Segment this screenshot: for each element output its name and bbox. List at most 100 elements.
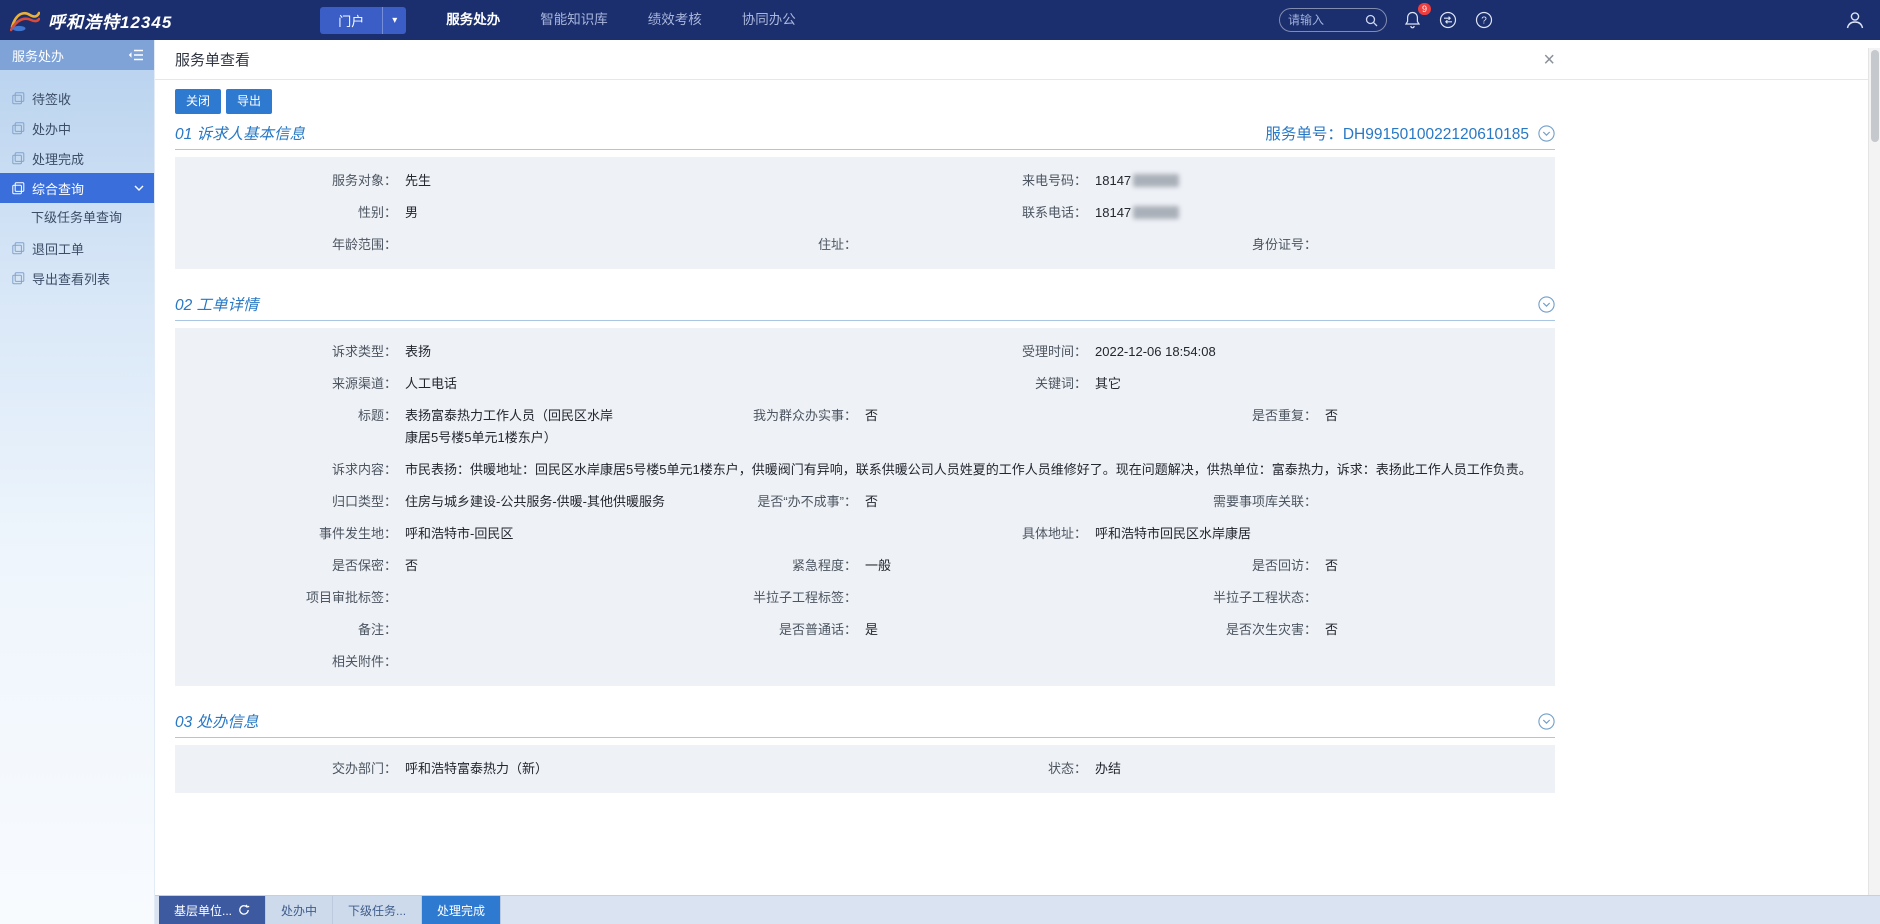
- page-title: 服务单查看: [175, 49, 250, 70]
- field: 具体地址：呼和浩特市回民区水岸康居: [865, 518, 1555, 550]
- field-label: 年龄范围：: [175, 234, 397, 256]
- field-label: 受理时间：: [865, 341, 1087, 363]
- field: 需要事项库关联：: [1095, 486, 1555, 518]
- field-row: 是否保密：否紧急程度：一般是否回访：否: [175, 550, 1555, 582]
- nav-item-1[interactable]: 智能知识库: [540, 0, 608, 40]
- field-value: 否: [865, 491, 1095, 513]
- field: 性别： 男: [175, 197, 865, 229]
- field-value: 18147: [1095, 170, 1555, 192]
- field: 是否“办不成事”：否: [635, 486, 1095, 518]
- field-value: 是: [865, 619, 1095, 641]
- field: 是否普通话： 是: [635, 614, 1095, 646]
- field-label: 住址：: [635, 234, 857, 256]
- field: 交办部门：呼和浩特富泰热力（新）: [175, 753, 865, 785]
- field-label: 身份证号：: [1095, 234, 1317, 256]
- sidebar-item[interactable]: 处办中: [0, 113, 154, 143]
- field-row: 诉求类型：表扬受理时间：2022-12-06 18:54:08: [175, 336, 1555, 368]
- field-label: 服务对象：: [175, 170, 397, 192]
- field: 年龄范围：: [175, 229, 635, 261]
- nav-item-2[interactable]: 绩效考核: [648, 0, 702, 40]
- field: 项目审批标签：: [175, 582, 635, 614]
- sidebar-item-label: 处办中: [32, 119, 71, 138]
- sidebar-item[interactable]: 处理完成: [0, 143, 154, 173]
- sidebar: 服务处办 待签收处办中处理完成综合查询下级任务单查询退回工单导出查看列表: [0, 40, 155, 924]
- sidebar-item[interactable]: 待签收: [0, 83, 154, 113]
- bottom-tab[interactable]: 处理完成: [422, 896, 501, 924]
- field: 半拉子工程状态：: [1095, 582, 1555, 614]
- section-03: 03 处办信息交办部门：呼和浩特富泰热力（新）状态：办结: [175, 710, 1880, 793]
- field-value: 男: [405, 202, 865, 224]
- field: 是否次生灾害：否: [1095, 614, 1555, 646]
- section-collapse-icon[interactable]: [1538, 296, 1555, 313]
- svg-text:?: ?: [1481, 16, 1487, 27]
- app-title: 呼和浩特12345: [48, 8, 172, 33]
- field-label: 是否次生灾害：: [1095, 619, 1317, 641]
- section-collapse-icon[interactable]: [1538, 125, 1555, 142]
- bottom-tab[interactable]: 下级任务...: [333, 896, 422, 924]
- sidebar-collapse-icon[interactable]: [128, 49, 144, 61]
- sidebar-header: 服务处办: [0, 40, 154, 70]
- field-value: 人工电话: [405, 373, 865, 395]
- sidebar-item[interactable]: 综合查询: [0, 173, 154, 203]
- notification-bell-icon[interactable]: 9: [1401, 9, 1423, 31]
- service-exchange-icon[interactable]: [1437, 9, 1459, 31]
- panel-header: 服务单查看 ×: [155, 40, 1880, 80]
- portal-menu-button[interactable]: 门户 ▾: [320, 7, 406, 34]
- navbar-tools: 9 ?: [1279, 8, 1866, 32]
- sidebar-item-label: 待签收: [32, 89, 71, 108]
- search-icon[interactable]: [1365, 14, 1378, 27]
- help-icon[interactable]: ?: [1473, 9, 1495, 31]
- field-row: 服务对象：先生来电号码： 18147: [175, 165, 1555, 197]
- refresh-icon: [238, 904, 250, 916]
- document-icon: [12, 272, 25, 285]
- field-value: 否: [1325, 555, 1555, 577]
- document-icon: [12, 92, 25, 105]
- field-label: 需要事项库关联：: [1095, 491, 1317, 513]
- section-01: 01 诉求人基本信息服务单号：DH9915010022120610185服务对象…: [175, 122, 1880, 269]
- top-navbar: 呼和浩特12345 门户 ▾ 服务处办智能知识库绩效考核协同办公 9 ?: [0, 0, 1880, 40]
- close-icon[interactable]: ×: [1543, 50, 1555, 70]
- bottom-tab[interactable]: 基层单位...: [159, 896, 266, 924]
- search-input[interactable]: [1288, 13, 1365, 27]
- user-profile-icon[interactable]: [1844, 9, 1866, 31]
- nav-item-0[interactable]: 服务处办: [446, 0, 500, 40]
- toolbar: 关闭导出: [175, 89, 1880, 114]
- field-label: 诉求类型：: [175, 341, 397, 363]
- field: 是否保密：否: [175, 550, 635, 582]
- sidebar-item[interactable]: 退回工单: [0, 233, 154, 263]
- field-label: 性别：: [175, 202, 397, 224]
- sidebar-subitem[interactable]: 下级任务单查询: [0, 203, 154, 233]
- field-value: 呼和浩特市-回民区: [405, 523, 865, 545]
- bottom-tab[interactable]: 处办中: [266, 896, 333, 924]
- field: 诉求内容：市民表扬：供暖地址：回民区水岸康居5号楼5单元1楼东户，供暖阀门有异响…: [175, 454, 1555, 486]
- field-row: 相关附件：: [175, 646, 1555, 678]
- section-body: 服务对象：先生来电号码：18147性别：男联系电话：18147年龄范围：住址：身…: [175, 157, 1555, 269]
- field-value: 18147: [1095, 202, 1555, 224]
- export-button[interactable]: 导出: [226, 89, 272, 114]
- vertical-scrollbar[interactable]: [1868, 48, 1880, 895]
- section-collapse-icon[interactable]: [1538, 713, 1555, 730]
- field: 服务对象：先生: [175, 165, 865, 197]
- section-header: 02 工单详情: [175, 293, 1555, 321]
- field-label: 是否重复：: [1095, 405, 1317, 427]
- scrollbar-thumb[interactable]: [1871, 50, 1879, 142]
- field-label: 是否普通话：: [635, 619, 857, 641]
- field: 备注：: [175, 614, 635, 646]
- ticket-detail: 01 诉求人基本信息服务单号：DH9915010022120610185服务对象…: [155, 122, 1880, 793]
- app-window: 呼和浩特12345 门户 ▾ 服务处办智能知识库绩效考核协同办公 9 ?: [0, 0, 1880, 924]
- field-row: 来源渠道：人工电话关键词：其它: [175, 368, 1555, 400]
- field-value: 否: [865, 405, 1095, 427]
- section-body: 交办部门：呼和浩特富泰热力（新）状态：办结: [175, 745, 1555, 793]
- close-button[interactable]: 关闭: [175, 89, 221, 114]
- field-label: 来源渠道：: [175, 373, 397, 395]
- sidebar-item[interactable]: 导出查看列表: [0, 263, 154, 293]
- field-label: 来电号码：: [865, 170, 1087, 192]
- field: 受理时间：2022-12-06 18:54:08: [865, 336, 1555, 368]
- bottom-tab-label: 处办中: [281, 902, 317, 919]
- search-box[interactable]: [1279, 8, 1387, 32]
- nav-item-3[interactable]: 协同办公: [742, 0, 796, 40]
- chevron-down-icon[interactable]: ▾: [382, 7, 406, 34]
- field-row: 归口类型：住房与城乡建设-公共服务-供暖-其他供暖服务是否“办不成事”：否需要事…: [175, 486, 1555, 518]
- field-row: 项目审批标签：半拉子工程标签：半拉子工程状态：: [175, 582, 1555, 614]
- main-panel: 服务单查看 × 关闭导出 01 诉求人基本信息服务单号：DH9915010022…: [155, 40, 1880, 924]
